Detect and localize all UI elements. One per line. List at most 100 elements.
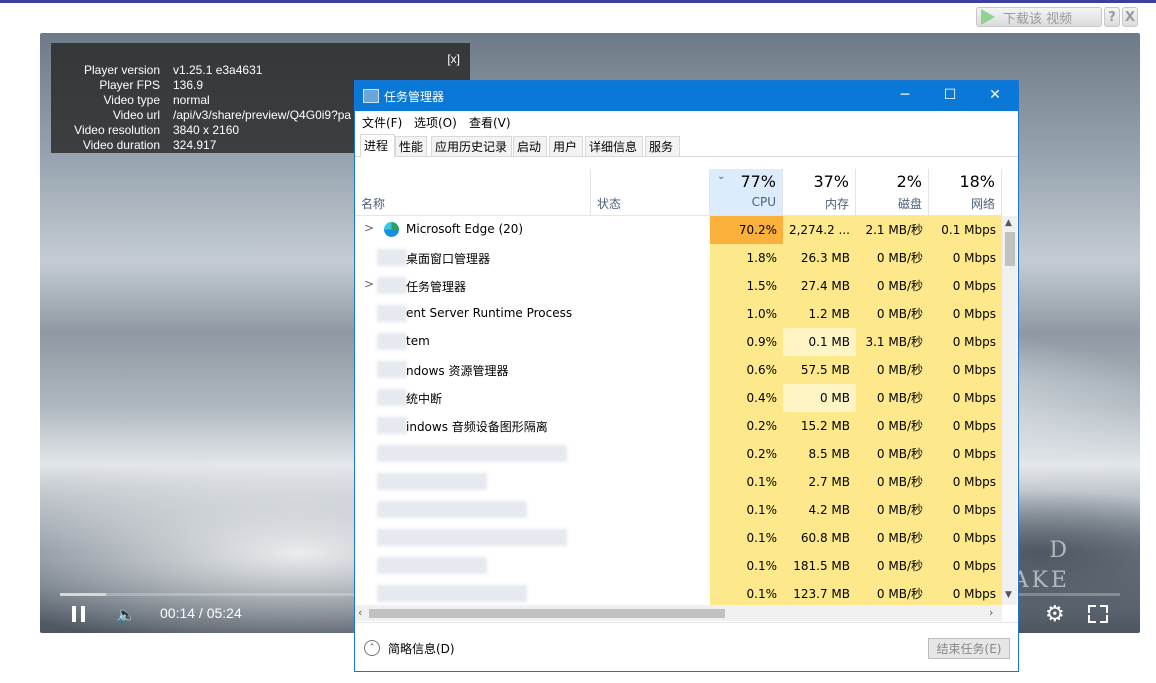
process-row[interactable]: 桌面窗口管理器 1.8% 26.3 MB 0 MB/秒 0 Mbps — [355, 244, 1002, 272]
process-row[interactable]: 0.1% 2.7 MB 0 MB/秒 0 Mbps — [355, 468, 1002, 496]
mem-cell: 8.5 MB — [783, 440, 856, 468]
process-row[interactable]: > 任务管理器 1.5% 27.4 MB 0 MB/秒 0 Mbps — [355, 272, 1002, 300]
cpu-cell: 0.1% — [710, 580, 783, 605]
process-row[interactable]: ent Server Runtime Process 1.0% 1.2 MB 0 MB… — [355, 300, 1002, 328]
maximize-button[interactable]: ☐ — [927, 81, 973, 111]
disk-cell: 0 MB/秒 — [856, 440, 929, 468]
disk-percent: 2% — [896, 172, 922, 191]
stat-value: v1.25.1 e3a4631 — [173, 63, 263, 77]
cpu-cell: 0.6% — [710, 356, 783, 384]
net-cell: 0 Mbps — [929, 524, 1002, 552]
column-network[interactable]: 18% 网络 — [929, 169, 1002, 215]
tab-details[interactable]: 详细信息 — [585, 136, 643, 156]
tab-users[interactable]: 用户 — [549, 136, 583, 156]
expand-chevron-icon[interactable]: > — [364, 277, 374, 291]
scroll-right-icon[interactable]: › — [989, 606, 993, 619]
process-row[interactable]: 0.1% 4.2 MB 0 MB/秒 0 Mbps — [355, 496, 1002, 524]
process-row[interactable]: 0.2% 8.5 MB 0 MB/秒 0 Mbps — [355, 440, 1002, 468]
process-row[interactable]: indows 音频设备图形隔离 0.2% 15.2 MB 0 MB/秒 0 Mbps — [355, 412, 1002, 440]
tab-services[interactable]: 服务 — [645, 136, 680, 156]
settings-gear-icon[interactable]: ⚙ — [1045, 602, 1065, 627]
mem-cell: 2.7 MB — [783, 468, 856, 496]
expand-chevron-icon[interactable]: > — [364, 221, 374, 235]
mem-cell: 181.5 MB — [783, 552, 856, 580]
net-cell: 0.1 Mbps — [929, 216, 1002, 244]
column-status[interactable]: 状态 — [591, 169, 710, 215]
disk-cell: 0 MB/秒 — [856, 524, 929, 552]
process-row[interactable]: ndows 资源管理器 0.6% 57.5 MB 0 MB/秒 0 Mbps — [355, 356, 1002, 384]
close-widget-button[interactable]: X — [1122, 7, 1138, 27]
redacted-area — [377, 557, 487, 574]
horizontal-scrollbar[interactable]: ‹ › — [355, 605, 1002, 621]
close-button[interactable]: ✕ — [972, 81, 1018, 111]
cpu-cell: 0.4% — [710, 384, 783, 412]
vertical-scrollbar[interactable]: ▲ ▼ — [1002, 216, 1017, 605]
scroll-left-icon[interactable]: ‹ — [358, 606, 362, 619]
scroll-thumb[interactable] — [369, 609, 725, 618]
menu-view[interactable]: 查看(V) — [469, 114, 511, 131]
title-bar[interactable]: 任务管理器 ─ ☐ ✕ — [355, 81, 1018, 111]
cpu-cell: 1.8% — [710, 244, 783, 272]
process-row[interactable]: 统中断 0.4% 0 MB 0 MB/秒 0 Mbps — [355, 384, 1002, 412]
mem-cell: 26.3 MB — [783, 244, 856, 272]
process-row[interactable]: 0.1% 181.5 MB 0 MB/秒 0 Mbps — [355, 552, 1002, 580]
cpu-label: CPU — [751, 195, 776, 209]
minimize-button[interactable]: ─ — [882, 81, 928, 111]
column-name[interactable]: 名称 — [355, 169, 591, 215]
menu-file[interactable]: 文件(F) — [362, 114, 402, 131]
process-row[interactable]: 0.1% 60.8 MB 0 MB/秒 0 Mbps — [355, 524, 1002, 552]
volume-icon[interactable]: 🔈 — [116, 605, 136, 624]
process-name: 任务管理器 — [406, 280, 467, 294]
net-cell: 0 Mbps — [929, 244, 1002, 272]
stat-key: Video duration — [82, 138, 160, 152]
process-row[interactable]: 0.1% 123.7 MB 0 MB/秒 0 Mbps — [355, 580, 1002, 605]
help-button[interactable]: ? — [1104, 7, 1120, 27]
menu-options[interactable]: 选项(O) — [414, 114, 457, 131]
redacted-area — [377, 389, 407, 406]
scroll-down-icon[interactable]: ▼ — [1005, 590, 1012, 600]
tab-app-history[interactable]: 应用历史记录 — [431, 136, 512, 156]
column-memory[interactable]: 37% 内存 — [783, 169, 856, 215]
net-percent: 18% — [959, 172, 995, 191]
redacted-area — [377, 305, 407, 322]
cpu-cell: 0.1% — [710, 496, 783, 524]
stat-row: Player version v1.25.1 e3a4631 — [51, 63, 470, 78]
collapse-chevron-icon[interactable]: ˄ — [364, 640, 380, 656]
brief-info-link[interactable]: 简略信息(D) — [388, 640, 455, 657]
stat-key: Video type — [103, 93, 161, 107]
cpu-cell: 0.2% — [710, 412, 783, 440]
fullscreen-icon[interactable] — [1088, 605, 1108, 623]
process-name: 统中断 — [406, 392, 443, 406]
tab-startup[interactable]: 启动 — [513, 136, 547, 156]
stat-value: 136.9 — [173, 78, 204, 92]
watermark-line: AKE — [1012, 568, 1070, 593]
process-name: Microsoft Edge (20) — [406, 222, 524, 236]
mem-cell: 4.2 MB — [783, 496, 856, 524]
process-row[interactable]: tem 0.9% 0.1 MB 3.1 MB/秒 0 Mbps — [355, 328, 1002, 356]
scroll-thumb[interactable] — [1005, 232, 1015, 266]
column-cpu[interactable]: ⌄ 77% CPU — [710, 169, 783, 215]
redacted-area — [377, 249, 407, 266]
download-video-button[interactable]: 下载该 视频 — [976, 7, 1102, 27]
mem-cell: 0 MB — [783, 384, 856, 412]
tab-strip: 进程 性能 应用历史记录 启动 用户 详细信息 服务 — [355, 134, 1018, 157]
menu-bar: 文件(F) 选项(O) 查看(V) — [355, 111, 1018, 131]
stat-key: Video resolution — [74, 123, 160, 137]
pause-button[interactable] — [72, 606, 86, 622]
cpu-cell: 0.1% — [710, 468, 783, 496]
redacted-area — [377, 417, 407, 434]
stats-close-button[interactable]: [x] — [447, 52, 460, 66]
column-disk[interactable]: 2% 磁盘 — [856, 169, 929, 215]
tab-performance[interactable]: 性能 — [395, 136, 427, 156]
window-title: 任务管理器 — [384, 90, 445, 104]
tab-processes[interactable]: 进程 — [360, 134, 395, 157]
scroll-up-icon[interactable]: ▲ — [1005, 218, 1012, 228]
disk-cell: 0 MB/秒 — [856, 552, 929, 580]
play-icon — [981, 9, 995, 25]
end-task-button[interactable]: 结束任务(E) — [928, 638, 1010, 659]
process-name: ent Server Runtime Process — [406, 306, 573, 320]
pause-icon — [72, 606, 76, 622]
process-row[interactable]: > Microsoft Edge (20) 70.2% 2,274.2 ... 2.1 … — [355, 216, 1002, 244]
process-name: ndows 资源管理器 — [406, 364, 509, 378]
mem-cell: 15.2 MB — [783, 412, 856, 440]
